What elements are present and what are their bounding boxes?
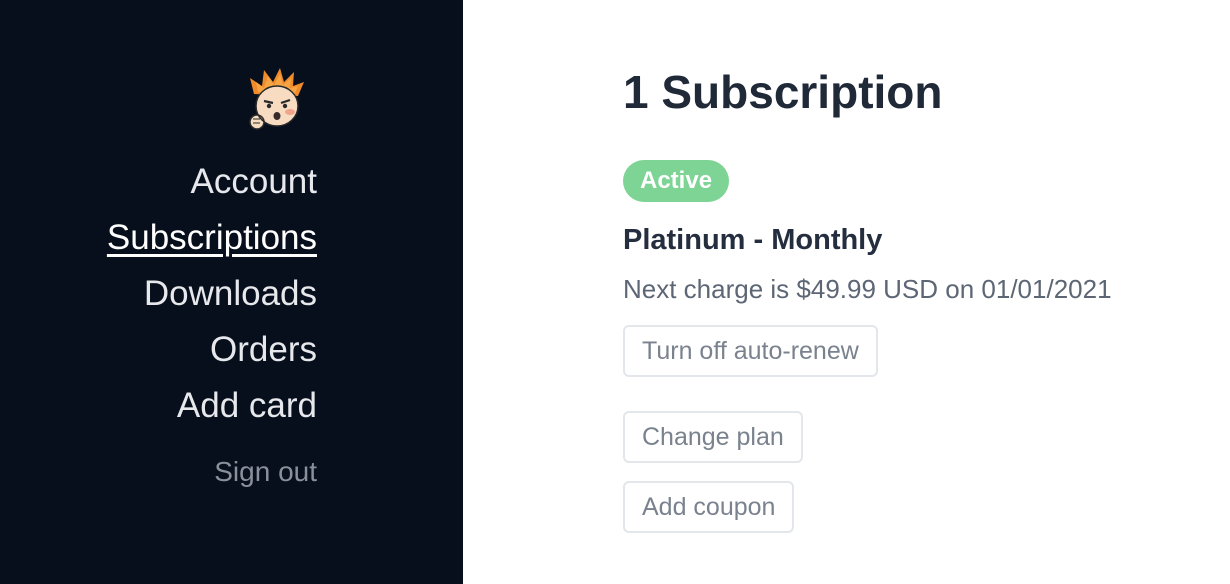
change-plan-button[interactable]: Change plan xyxy=(623,411,803,463)
sidebar-item-orders[interactable]: Orders xyxy=(107,322,317,378)
add-coupon-button[interactable]: Add coupon xyxy=(623,481,795,533)
cartoon-avatar-icon[interactable] xyxy=(246,68,308,132)
sidebar-item-downloads[interactable]: Downloads xyxy=(107,266,317,322)
app: Account Subscriptions Downloads Orders A… xyxy=(0,0,1230,584)
sign-out-link[interactable]: Sign out xyxy=(107,454,317,490)
main-content: 1 Subscription Active Platinum - Monthly… xyxy=(463,0,1230,584)
sidebar-item-account[interactable]: Account xyxy=(107,154,317,210)
sidebar-item-add-card[interactable]: Add card xyxy=(107,378,317,434)
sidebar: Account Subscriptions Downloads Orders A… xyxy=(0,0,463,584)
next-charge-text: Next charge is $49.99 USD on 01/01/2021 xyxy=(623,274,1112,304)
sidebar-item-subscriptions[interactable]: Subscriptions xyxy=(107,210,317,266)
status-badge: Active xyxy=(623,160,730,202)
page-title: 1 Subscription xyxy=(623,66,943,118)
turn-off-auto-renew-button[interactable]: Turn off auto-renew xyxy=(623,325,878,377)
sidebar-nav: Account Subscriptions Downloads Orders A… xyxy=(107,154,317,490)
plan-name: Platinum - Monthly xyxy=(623,224,883,256)
